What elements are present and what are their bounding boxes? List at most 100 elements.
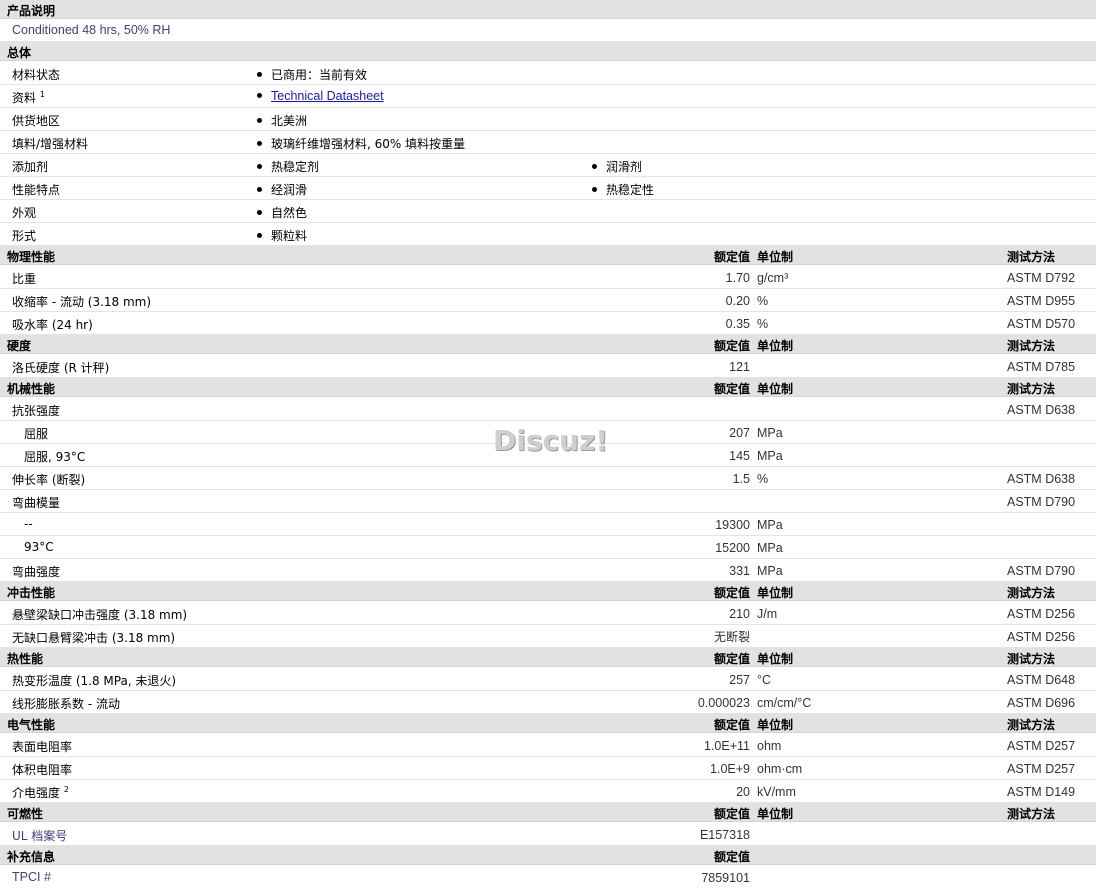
row-value: 无断裂	[713, 630, 750, 644]
product-description-row: Conditioned 48 hrs, 50% RH	[0, 19, 1096, 42]
row-value: 0.000023	[697, 696, 750, 710]
column-method: 测试方法	[1007, 807, 1056, 821]
general-row: 形式 颗粒料	[0, 223, 1096, 246]
row-unit: °C	[757, 673, 772, 687]
column-unit: 单位制	[757, 652, 794, 666]
row-label: 添加剂	[12, 160, 49, 174]
table-row: 无缺口悬臂梁冲击 (3.18 mm) 无断裂 ASTM D256	[0, 625, 1096, 648]
row-value: E157318	[699, 828, 750, 842]
section-header-supplemental: 补充信息 额定值	[0, 846, 1096, 865]
row-unit: MPa	[757, 426, 783, 440]
row-method: ASTM D257	[1007, 739, 1076, 753]
row-unit: cm/cm/°C	[757, 696, 812, 710]
row-label: 介电强度 2	[12, 785, 69, 800]
bullet-icon	[257, 93, 262, 98]
row-unit: MPa	[757, 564, 783, 578]
row-label: 材料状态	[12, 68, 61, 82]
row-unit: g/cm³	[757, 271, 789, 285]
table-row: 弯曲强度 331 MPa ASTM D790	[0, 559, 1096, 582]
section-header-general: 总体	[0, 42, 1096, 61]
watermark: Discuz!	[493, 424, 609, 457]
column-rated: 额定值	[713, 586, 750, 600]
row-value: 145	[729, 449, 750, 463]
section-header-impact: 冲击性能 额定值 单位制 测试方法	[0, 582, 1096, 601]
table-row: 抗张强度 ASTM D638	[0, 398, 1096, 421]
bullet-icon	[257, 187, 262, 192]
row-method: ASTM D256	[1007, 607, 1076, 621]
row-label: 性能特点	[12, 183, 61, 197]
column-rated: 额定值	[713, 652, 750, 666]
row-label: 热变形温度 (1.8 MPa, 未退火)	[12, 674, 177, 688]
row-unit: kV/mm	[757, 785, 796, 799]
section-header-flammability: 可燃性 额定值 单位制 测试方法	[0, 803, 1096, 822]
bullet-item: 热稳定性	[592, 181, 654, 198]
row-unit: J/m	[757, 607, 778, 621]
section-title: 冲击性能	[7, 586, 56, 600]
row-unit: %	[757, 472, 769, 486]
row-method: ASTM D792	[1007, 271, 1076, 285]
column-method: 测试方法	[1007, 382, 1056, 396]
column-method: 测试方法	[1007, 250, 1056, 264]
column-rated: 额定值	[713, 382, 750, 396]
row-value: 20	[736, 785, 750, 799]
technical-datasheet-link[interactable]: Technical Datasheet	[271, 89, 384, 103]
row-label: 93°C	[24, 540, 54, 554]
bullet-icon	[257, 72, 262, 77]
row-label: 形式	[12, 229, 37, 243]
row-value: 0.35	[725, 317, 750, 331]
general-row: 材料状态 已商用：当前有效	[0, 62, 1096, 85]
bullet-icon	[257, 118, 262, 123]
row-method: ASTM D790	[1007, 495, 1076, 509]
row-label: TPCI #	[12, 870, 51, 884]
general-row: 添加剂 热稳定剂 润滑剂	[0, 154, 1096, 177]
row-label: 屈服, 93°C	[24, 450, 86, 464]
general-row: 填料/增强材料 玻璃纤维增强材料, 60% 填料按重量	[0, 131, 1096, 154]
section-title: 产品说明	[7, 4, 56, 18]
section-header-thermal: 热性能 额定值 单位制 测试方法	[0, 648, 1096, 667]
general-row: 资料 1 Technical Datasheet	[0, 85, 1096, 108]
row-label: --	[24, 517, 33, 531]
section-title: 硬度	[7, 339, 32, 353]
row-unit: MPa	[757, 518, 783, 532]
row-label: 抗张强度	[12, 404, 61, 418]
column-rated: 额定值	[713, 718, 750, 732]
row-method: ASTM D256	[1007, 630, 1076, 644]
section-title: 总体	[7, 46, 32, 60]
row-value: 1.5	[732, 472, 750, 486]
row-method: ASTM D955	[1007, 294, 1076, 308]
table-row: 洛氏硬度 (R 计秤) 121 ASTM D785	[0, 355, 1096, 378]
row-unit: MPa	[757, 541, 783, 555]
bullet-item: 颗粒料	[257, 227, 307, 244]
row-unit: %	[757, 294, 769, 308]
row-method: ASTM D696	[1007, 696, 1076, 710]
bullet-icon	[592, 164, 597, 169]
table-row: TPCI # 7859101	[0, 866, 1096, 890]
bullet-icon	[257, 164, 262, 169]
section-title: 电气性能	[7, 718, 56, 732]
column-unit: 单位制	[757, 250, 794, 264]
bullet-icon	[592, 187, 597, 192]
table-row: 介电强度 2 20 kV/mm ASTM D149	[0, 780, 1096, 803]
table-row: UL 档案号 E157318	[0, 823, 1096, 846]
section-title: 可燃性	[7, 807, 44, 821]
table-row: 表面电阻率 1.0E+11 ohm ASTM D257	[0, 734, 1096, 757]
section-header-mechanical: 机械性能 额定值 单位制 测试方法	[0, 378, 1096, 397]
row-value: 19300	[715, 518, 750, 532]
bullet-item: 经润滑	[257, 181, 307, 198]
row-label: 洛氏硬度 (R 计秤)	[12, 361, 110, 375]
column-method: 测试方法	[1007, 652, 1056, 666]
table-row: 热变形温度 (1.8 MPa, 未退火) 257 °C ASTM D648	[0, 668, 1096, 691]
row-label: 屈服	[24, 427, 49, 441]
column-rated: 额定值	[713, 339, 750, 353]
table-row: 弯曲模量 ASTM D790	[0, 490, 1096, 513]
row-method: ASTM D638	[1007, 472, 1076, 486]
row-label: 弯曲模量	[12, 496, 61, 510]
row-value: 257	[729, 673, 750, 687]
row-label: 悬壁梁缺口冲击强度 (3.18 mm)	[12, 608, 188, 622]
row-value: 210	[729, 607, 750, 621]
bullet-item: Technical Datasheet	[257, 89, 384, 103]
row-label: 填料/增强材料	[12, 137, 89, 151]
row-label: 表面电阻率	[12, 740, 73, 754]
row-label: 吸水率 (24 hr)	[12, 318, 93, 332]
bullet-item: 玻璃纤维增强材料, 60% 填料按重量	[257, 135, 465, 152]
